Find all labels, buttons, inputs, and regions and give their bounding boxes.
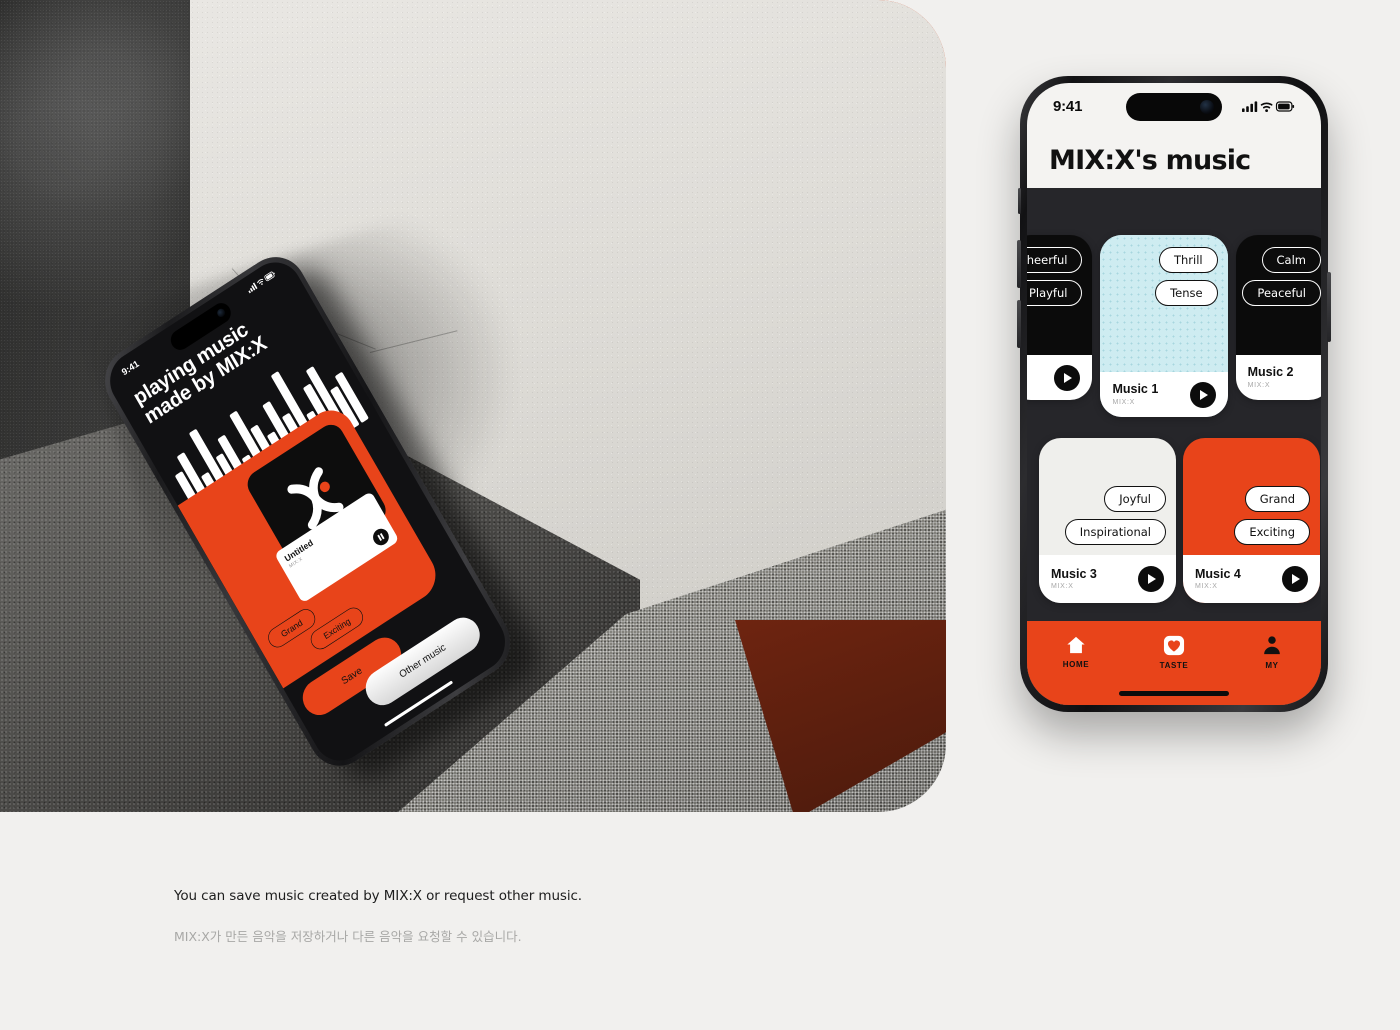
tag-exciting[interactable]: Exciting	[307, 603, 367, 654]
play-button[interactable]	[1054, 364, 1081, 391]
card-tags: Grand Exciting	[1183, 438, 1320, 555]
caption-korean: MIX:X가 만든 음악을 저장하거나 다른 음악을 요청할 수 있습니다.	[174, 929, 522, 944]
card-footer: Music 4 MIX:X	[1183, 555, 1320, 603]
card-meta: Music 2 MIX:X	[1247, 365, 1294, 389]
tab-label: MY	[1265, 661, 1279, 670]
play-icon	[1148, 574, 1156, 584]
signal-wifi-battery-icons	[1242, 100, 1295, 112]
caption-block: You can save music created by MIX:X or r…	[174, 888, 874, 945]
card-meta: Music 3 MIX:X	[1051, 566, 1097, 591]
card-meta: Music 1 MIX:X	[1112, 382, 1159, 406]
power-button[interactable]	[1327, 272, 1331, 342]
music-row-bottom: Joyful Inspirational Music 3 MIX:X Grand…	[1039, 438, 1321, 603]
bottom-tab-bar: HOME TASTE MY	[1027, 621, 1321, 705]
play-button[interactable]	[1282, 566, 1308, 592]
tag-calm[interactable]: Calm	[1261, 247, 1321, 273]
play-icon	[1199, 389, 1208, 400]
card-tags: Calm Peaceful	[1236, 235, 1321, 355]
tab-label: HOME	[1062, 660, 1090, 669]
card-title: Music 2	[1247, 365, 1294, 380]
card-artist: MIX:X	[1112, 398, 1136, 406]
pause-button[interactable]	[370, 525, 392, 549]
presentation-page: 9:41 playing music made by MIX:X Untitle…	[0, 0, 1400, 1030]
right-phone-screen: 9:41 MIX:X's music heerful Playful Thril…	[1027, 83, 1321, 705]
tag-exciting[interactable]: Exciting	[1234, 519, 1310, 545]
music-card-1[interactable]: Thrill Tense Music 1 MIX:X	[1100, 235, 1228, 417]
card-tags: Cheerful Playful	[1027, 235, 1092, 355]
home-icon	[1067, 636, 1085, 654]
hero-image-block: 9:41 playing music made by MIX:X Untitle…	[0, 0, 946, 812]
card-footer: Music 2 MIX:X	[1235, 355, 1321, 400]
music-card-2[interactable]: Calm Peaceful Music 2 MIX:X	[1235, 235, 1321, 400]
heart-icon	[1163, 635, 1185, 656]
card-tags: Joyful Inspirational	[1039, 438, 1176, 555]
card-meta: Music 4 MIX:X	[1195, 566, 1241, 591]
page-title: MIX:X's music	[1049, 145, 1251, 176]
tag-inspirational[interactable]: Inspirational	[1064, 519, 1166, 545]
card-title: Music 1	[1112, 382, 1159, 397]
home-indicator[interactable]	[1119, 691, 1229, 696]
card-footer	[1027, 355, 1093, 400]
volume-down-button[interactable]	[1017, 300, 1021, 348]
person-icon	[1264, 636, 1280, 655]
card-footer: Music 1 MIX:X	[1100, 372, 1228, 417]
tag-tense[interactable]: Tense	[1155, 280, 1218, 306]
tag-cheerful[interactable]: Cheerful	[1027, 247, 1083, 273]
tag-thrill[interactable]: Thrill	[1158, 247, 1218, 273]
pause-icon	[377, 532, 385, 542]
right-phone-mockup: 9:41 MIX:X's music heerful Playful Thril…	[1017, 76, 1331, 712]
music-card-4[interactable]: Grand Exciting Music 4 MIX:X	[1183, 438, 1320, 603]
music-card-3[interactable]: Joyful Inspirational Music 3 MIX:X	[1039, 438, 1176, 603]
card-footer: Music 3 MIX:X	[1039, 555, 1176, 603]
status-icons	[1242, 100, 1295, 113]
tag-playful[interactable]: Playful	[1027, 280, 1083, 306]
front-camera-icon	[1200, 100, 1214, 114]
card-title: Music 4	[1195, 566, 1241, 581]
status-time: 9:41	[120, 358, 141, 378]
mute-switch[interactable]	[1018, 188, 1021, 214]
card-title: Music 3	[1051, 566, 1097, 581]
card-artist: MIX:X	[1051, 583, 1074, 591]
music-row-top: Cheerful Playful T	[1027, 235, 1321, 417]
music-grid-area: Cheerful Playful T	[1027, 188, 1321, 705]
card-artist: MIX:X	[1247, 381, 1271, 389]
tab-taste[interactable]: TASTE	[1142, 635, 1206, 670]
play-icon	[1292, 574, 1300, 584]
tab-my[interactable]: MY	[1240, 635, 1304, 670]
play-button[interactable]	[1138, 566, 1164, 592]
dynamic-island	[1126, 93, 1222, 121]
play-icon	[1064, 372, 1073, 383]
tag-peaceful[interactable]: Peaceful	[1242, 280, 1321, 306]
tab-home[interactable]: HOME	[1044, 635, 1108, 669]
card-tags: Thrill Tense	[1100, 235, 1228, 372]
music-card-0[interactable]: Cheerful Playful	[1027, 235, 1093, 400]
tab-label: TASTE	[1159, 661, 1189, 670]
card-artist: MIX:X	[1195, 583, 1218, 591]
signal-wifi-battery-icons	[248, 271, 275, 294]
status-icons	[246, 269, 278, 296]
status-time: 9:41	[1053, 97, 1083, 115]
caption-english: You can save music created by MIX:X or r…	[174, 888, 582, 904]
tag-grand[interactable]: Grand	[1244, 486, 1310, 512]
tag-joyful[interactable]: Joyful	[1104, 486, 1166, 512]
play-button[interactable]	[1189, 381, 1216, 408]
volume-up-button[interactable]	[1017, 240, 1021, 288]
